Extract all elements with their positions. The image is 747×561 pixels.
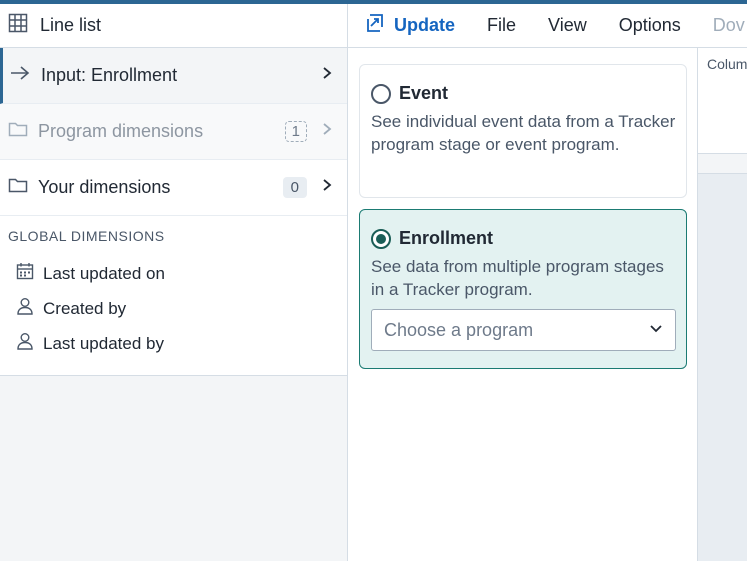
visualization-canvas: Colum	[698, 48, 747, 561]
options-menu[interactable]: Options	[603, 15, 697, 36]
program-select[interactable]: Choose a program	[371, 309, 676, 351]
dimension-yours[interactable]: Your dimensions 0	[0, 160, 347, 216]
enrollment-description: See data from multiple program stages in…	[371, 257, 664, 299]
table-icon	[8, 13, 28, 38]
chevron-right-icon	[317, 122, 337, 141]
global-dimension-label: Created by	[43, 298, 127, 318]
global-dimension-label: Last updated on	[43, 263, 165, 283]
program-select-placeholder: Choose a program	[384, 319, 534, 340]
main-dimensions: Input: Enrollment Program dimensions 1 Y…	[0, 48, 347, 216]
download-menu[interactable]: Dov	[697, 15, 745, 36]
user-icon	[16, 297, 34, 320]
layout-filter-area[interactable]	[698, 154, 747, 174]
event-description: See individual event data from a Tracker…	[371, 112, 676, 154]
event-title: Event	[399, 83, 449, 103]
menubar: Update File View Options Dov	[348, 4, 747, 48]
chevron-right-icon	[317, 66, 337, 85]
visualization-type-selector[interactable]: Line list	[0, 4, 347, 48]
dimension-yours-label: Your dimensions	[38, 177, 171, 197]
input-option-event[interactable]: Event See individual event data from a T…	[359, 64, 687, 198]
dimension-input[interactable]: Input: Enrollment	[0, 48, 347, 104]
update-button[interactable]: Update	[348, 12, 471, 39]
user-icon	[16, 332, 34, 355]
layout-columns-label: Colum	[707, 56, 747, 72]
enrollment-radio[interactable]	[371, 228, 391, 249]
dimension-input-label: Input: Enrollment	[41, 65, 178, 85]
global-dimensions-header: GLOBAL DIMENSIONS	[8, 228, 165, 244]
global-dimension-item[interactable]: Last updated by	[8, 326, 339, 361]
input-type-panel: Event See individual event data from a T…	[348, 48, 698, 561]
dimension-program-label: Program dimensions	[38, 121, 204, 141]
dimension-program[interactable]: Program dimensions 1	[0, 104, 347, 160]
dimension-yours-count: 0	[282, 177, 307, 198]
view-menu[interactable]: View	[532, 15, 603, 36]
file-menu[interactable]: File	[471, 15, 532, 36]
enrollment-title: Enrollment	[399, 228, 494, 248]
dimensions-panel: Line list Input: Enrollment Program dime…	[0, 4, 348, 561]
visualization-type-label: Line list	[40, 15, 102, 35]
folder-icon	[8, 120, 28, 143]
update-label: Update	[394, 15, 456, 35]
event-radio[interactable]	[371, 83, 391, 104]
global-dimensions: GLOBAL DIMENSIONS Last updated on Create…	[0, 216, 347, 376]
input-option-enrollment[interactable]: Enrollment See data from multiple progra…	[359, 209, 687, 369]
global-dimension-item[interactable]: Last updated on	[8, 256, 339, 291]
layout-columns-area[interactable]: Colum	[698, 48, 747, 154]
update-icon	[364, 12, 386, 39]
arrow-right-icon	[9, 65, 31, 86]
chevron-down-icon	[649, 321, 663, 339]
chevron-right-icon	[317, 178, 337, 197]
global-dimension-label: Last updated by	[43, 333, 164, 353]
dimension-program-count: 1	[284, 121, 307, 142]
global-dimension-item[interactable]: Created by	[8, 291, 339, 326]
calendar-icon	[16, 262, 34, 285]
folder-icon	[8, 176, 28, 199]
